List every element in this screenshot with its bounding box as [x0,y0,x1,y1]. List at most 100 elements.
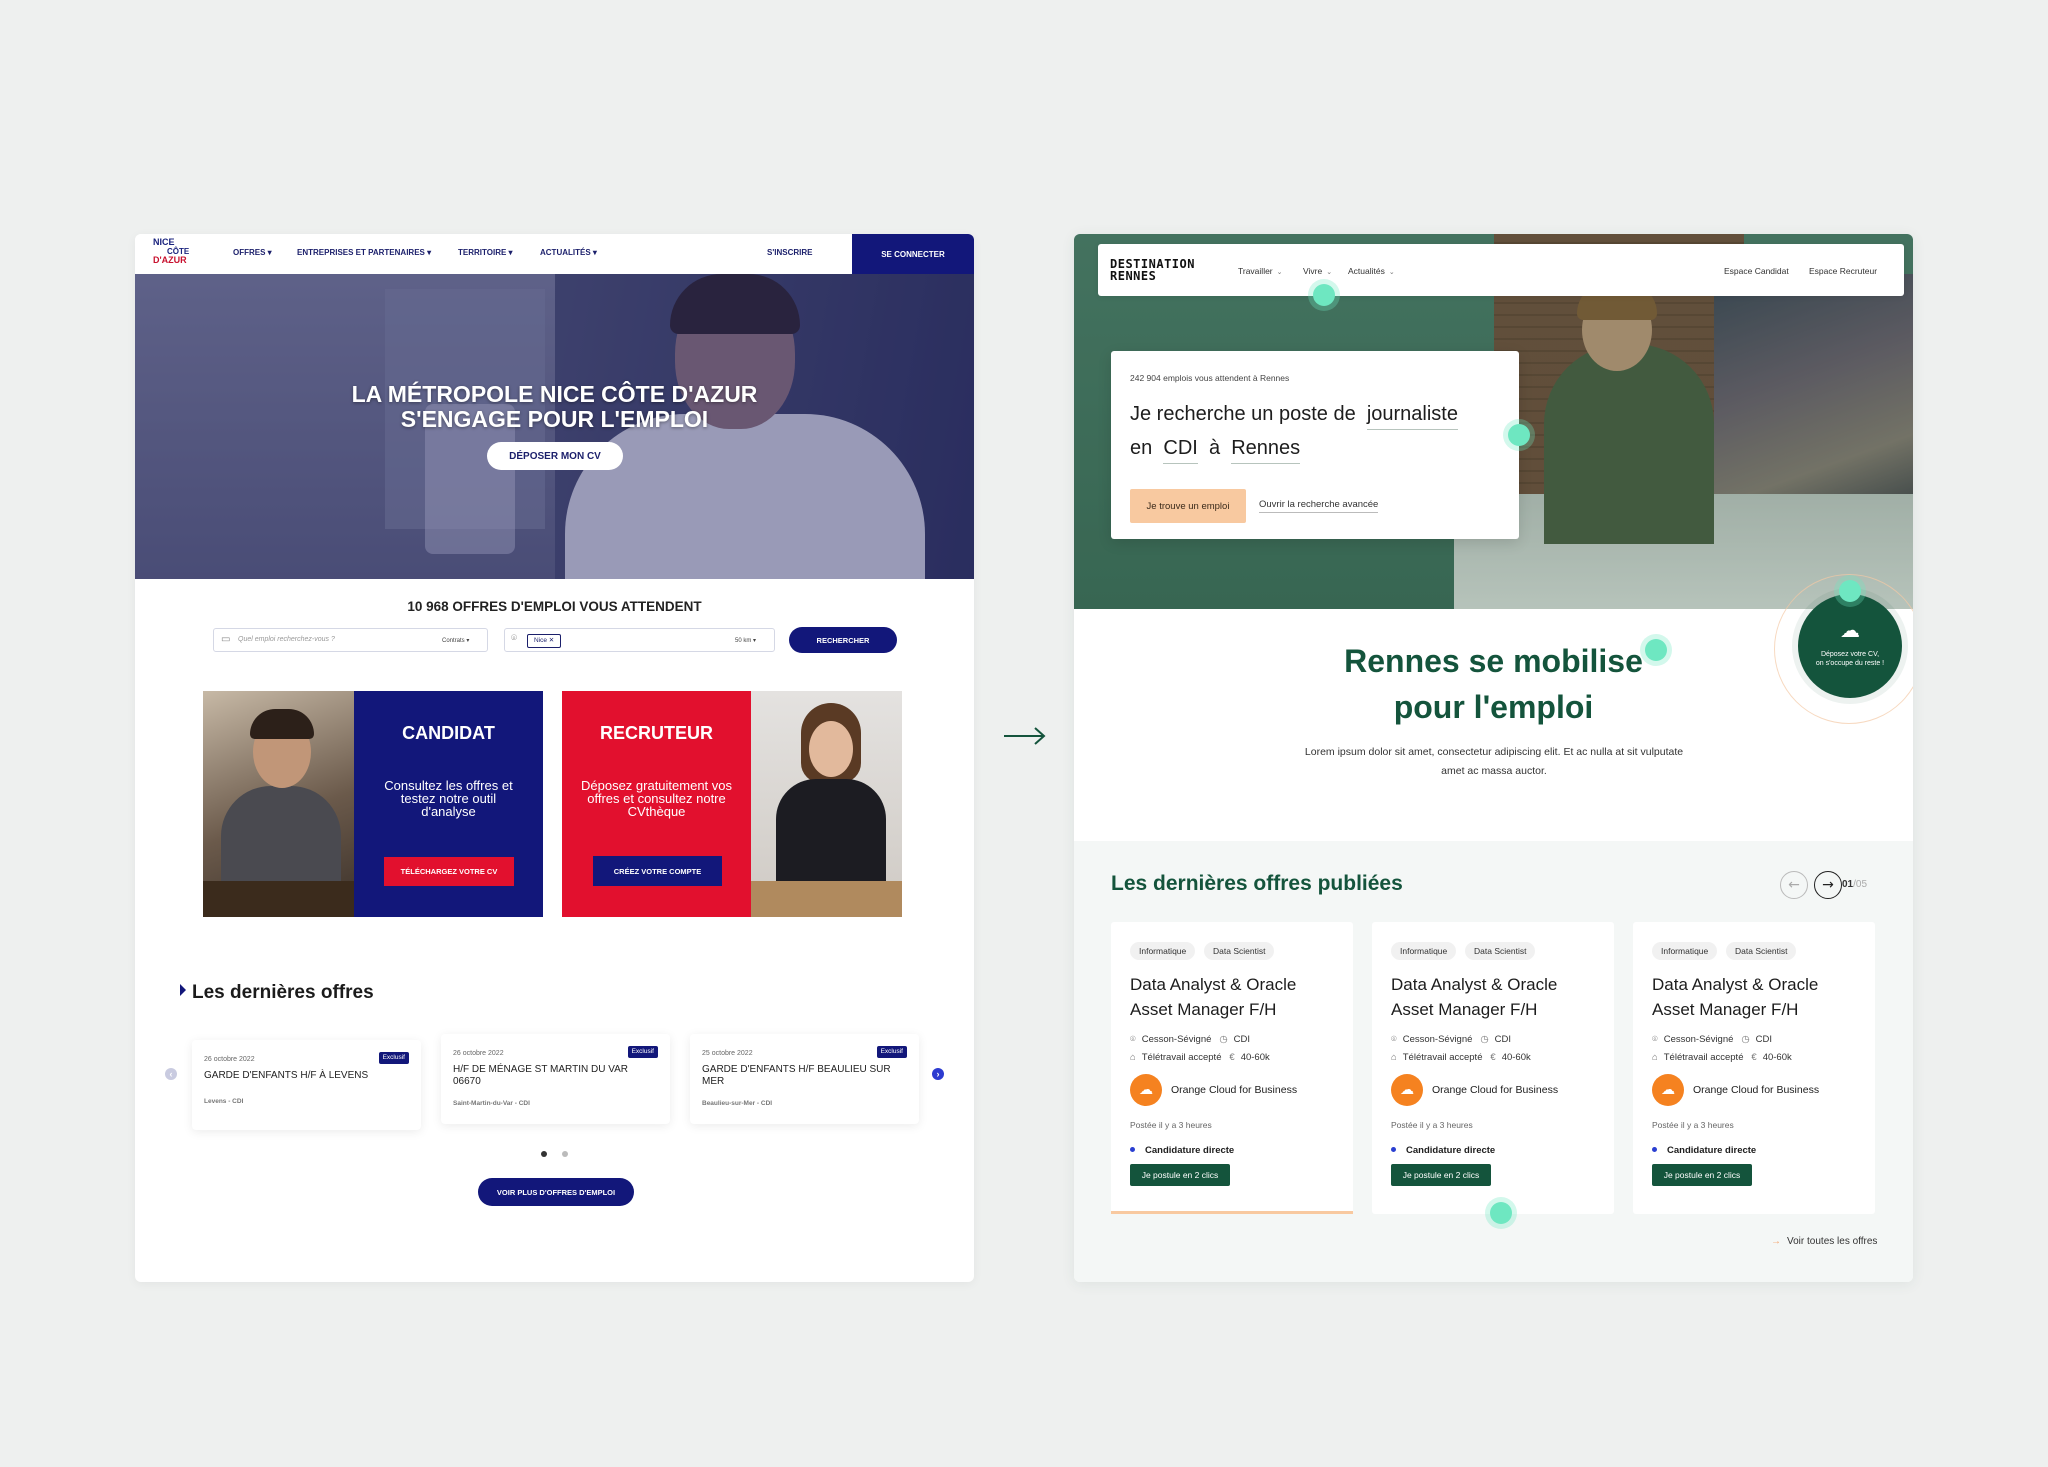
job-remote: Télétravail accepté [1141,1052,1222,1063]
job-date: 25 octobre 2022 [702,1050,753,1057]
apply-button[interactable]: Je postule en 2 clics [1652,1164,1752,1186]
annotation-dot [1645,639,1667,661]
download-cv-button[interactable]: TÉLÉCHARGEZ VOTRE CV [384,857,514,886]
nav-territoire[interactable]: TERRITOIRE ▾ [458,248,513,257]
job-title[interactable]: H/F DE MÉNAGE ST MARTIN DU VAR 06670 [453,1064,658,1088]
carousel-dot-active[interactable] [541,1151,547,1157]
candidate-space-link[interactable]: Espace Candidat [1724,266,1789,276]
contract-select[interactable]: Contrats ▾ [442,637,469,644]
arrow-right-icon[interactable]: → [1814,871,1842,899]
clock-icon: ◷ [1480,1034,1489,1045]
home-icon: ⌂ [1652,1052,1658,1063]
nav-travailler[interactable]: Travailler ⌄ [1238,266,1283,276]
dot-icon [1130,1147,1135,1152]
signup-link[interactable]: S'INSCRIRE [767,248,812,257]
job-tag[interactable]: Informatique [1391,942,1457,960]
nav-vivre[interactable]: Vivre ⌄ [1303,266,1332,276]
job-title[interactable]: GARDE D'ENFANTS H/F BEAULIEU SUR MER [702,1064,907,1088]
job-tag[interactable]: Informatique [1130,942,1196,960]
job-card[interactable]: 26 octobre 2022 Exclusif H/F DE MÉNAGE S… [441,1034,670,1124]
job-meta-row: ⌾ Cesson-Sévigné ◷ CDI [1652,1034,1772,1045]
create-account-button[interactable]: CRÉEZ VOTRE COMPTE [593,856,722,886]
nav-label: Travailler [1238,266,1273,276]
job-tag[interactable]: Informatique [1652,942,1718,960]
euro-icon: € [1751,1052,1757,1063]
chevron-down-icon: ⌄ [1326,269,1333,276]
active-card-accent [1111,1211,1353,1214]
recruiter-space-link[interactable]: Espace Recruteur [1809,266,1877,276]
hero-title-line: S'ENGAGE POUR L'EMPLOI [400,406,709,432]
destination-rennes-logo[interactable]: DESTINATION RENNES [1110,258,1195,282]
logo-line: RENNES [1110,269,1157,283]
job-title[interactable]: Data Analyst & Oracle Asset Manager F/H [1130,972,1340,1022]
title-line: pour l'emploi [1393,689,1594,725]
contract-input[interactable]: CDI [1163,437,1198,464]
job-card[interactable]: Informatique Data Scientist Data Analyst… [1633,922,1875,1214]
job-card[interactable]: Informatique Data Scientist Data Analyst… [1111,922,1353,1214]
exclusive-badge: Exclusif [876,1046,907,1058]
job-location: Saint-Martin-du-Var - CDI [453,1100,530,1107]
company-name[interactable]: Orange Cloud for Business [1432,1084,1558,1096]
carousel-next-icon[interactable]: › [932,1068,944,1080]
location-field[interactable]: ⌾ Nice ✕ 50 km ▾ [504,628,775,652]
job-contract: CDI [1494,1034,1512,1045]
job-search-field[interactable]: ▭ Quel emploi recherchez-vous ? Contrats… [213,628,488,652]
location-tag[interactable]: Nice ✕ [527,634,562,648]
hero-title: LA MÉTROPOLE NICE CÔTE D'AZUR S'ENGAGE P… [135,382,974,432]
radius-select[interactable]: 50 km ▾ [735,637,756,644]
hero-title-line: LA MÉTROPOLE NICE CÔTE D'AZUR [351,381,758,407]
job-search-input[interactable]: Quel emploi recherchez-vous ? [238,636,335,643]
posted-time: Postée il y a 3 heures [1130,1120,1212,1130]
job-card[interactable]: Informatique Data Scientist Data Analyst… [1372,922,1614,1214]
job-remote: Télétravail accepté [1402,1052,1483,1063]
job-title[interactable]: Data Analyst & Oracle Asset Manager F/H [1391,972,1601,1022]
annotation-dot [1839,580,1861,602]
login-button[interactable]: SE CONNECTER [852,234,974,274]
advanced-search-link[interactable]: Ouvrir la recherche avancée [1259,499,1379,513]
city-input[interactable]: Rennes [1231,437,1301,464]
euro-icon: € [1490,1052,1496,1063]
nav-offres[interactable]: OFFRES ▾ [233,248,272,257]
job-card[interactable]: 26 octobre 2022 Exclusif GARDE D'ENFANTS… [192,1040,421,1130]
job-card[interactable]: 25 octobre 2022 Exclusif GARDE D'ENFANTS… [690,1034,919,1124]
direct-application: Candidature directe [1391,1145,1495,1156]
job-remote: Télétravail accepté [1663,1052,1744,1063]
more-offers-button[interactable]: VOIR PLUS D'OFFRES D'EMPLOI [478,1178,634,1206]
search-button[interactable]: RECHERCHER [789,627,897,653]
job-input[interactable]: journaliste [1366,403,1458,430]
job-salary: 40-60k [1240,1052,1270,1063]
top-navigation: NICE CÔTE D'AZUR OFFRES ▾ ENTREPRISES ET… [135,234,974,274]
job-tag[interactable]: Data Scientist [1204,942,1275,960]
upload-cv-button[interactable]: DÉPOSER MON CV [487,442,623,470]
job-title[interactable]: GARDE D'ENFANTS H/F À LEVENS [204,1070,409,1082]
home-icon: ⌂ [1130,1052,1136,1063]
intro-text: Lorem ipsum dolor sit amet, consectetur … [1304,746,1684,777]
job-title[interactable]: Data Analyst & Oracle Asset Manager F/H [1652,972,1862,1022]
clock-icon: ◷ [1219,1034,1228,1045]
company-name[interactable]: Orange Cloud for Business [1171,1084,1297,1096]
arrow-left-icon[interactable]: ← [1780,871,1808,899]
carousel-dot[interactable] [562,1151,568,1157]
nav-actualites[interactable]: ACTUALITÉS ▾ [540,248,597,257]
direct-label: Candidature directe [1406,1145,1496,1156]
all-offers-link[interactable]: → Voir toutes les offres [1771,1236,1877,1247]
find-job-button[interactable]: Je trouve un emploi [1130,489,1246,523]
nav-actualites[interactable]: Actualités ⌄ [1348,266,1395,276]
company-name[interactable]: Orange Cloud for Business [1693,1084,1819,1096]
exclusive-badge: Exclusif [627,1046,658,1058]
direct-application: Candidature directe [1652,1145,1756,1156]
company-logo-icon: ☁ [1130,1074,1162,1106]
nav-entreprises[interactable]: ENTREPRISES ET PARTENAIRES ▾ [297,248,431,257]
chevron-down-icon: ⌄ [1276,269,1283,276]
apply-button[interactable]: Je postule en 2 clics [1130,1164,1230,1186]
nice-website-mockup: NICE CÔTE D'AZUR OFFRES ▾ ENTREPRISES ET… [135,234,974,1282]
jobs-count: 242 904 emplois vous attendent à Rennes [1130,373,1290,383]
title-line: Rennes se mobilise [1344,643,1643,679]
job-contract: CDI [1755,1034,1773,1045]
apply-button[interactable]: Je postule en 2 clics [1391,1164,1491,1186]
job-tag[interactable]: Data Scientist [1726,942,1797,960]
nice-cote-dazur-logo[interactable]: NICE CÔTE D'AZUR [153,238,195,270]
job-meta-row: ⌂ Télétravail accepté €40-60k [1652,1052,1792,1063]
job-tag[interactable]: Data Scientist [1465,942,1536,960]
carousel-prev-icon[interactable]: ‹ [165,1068,177,1080]
